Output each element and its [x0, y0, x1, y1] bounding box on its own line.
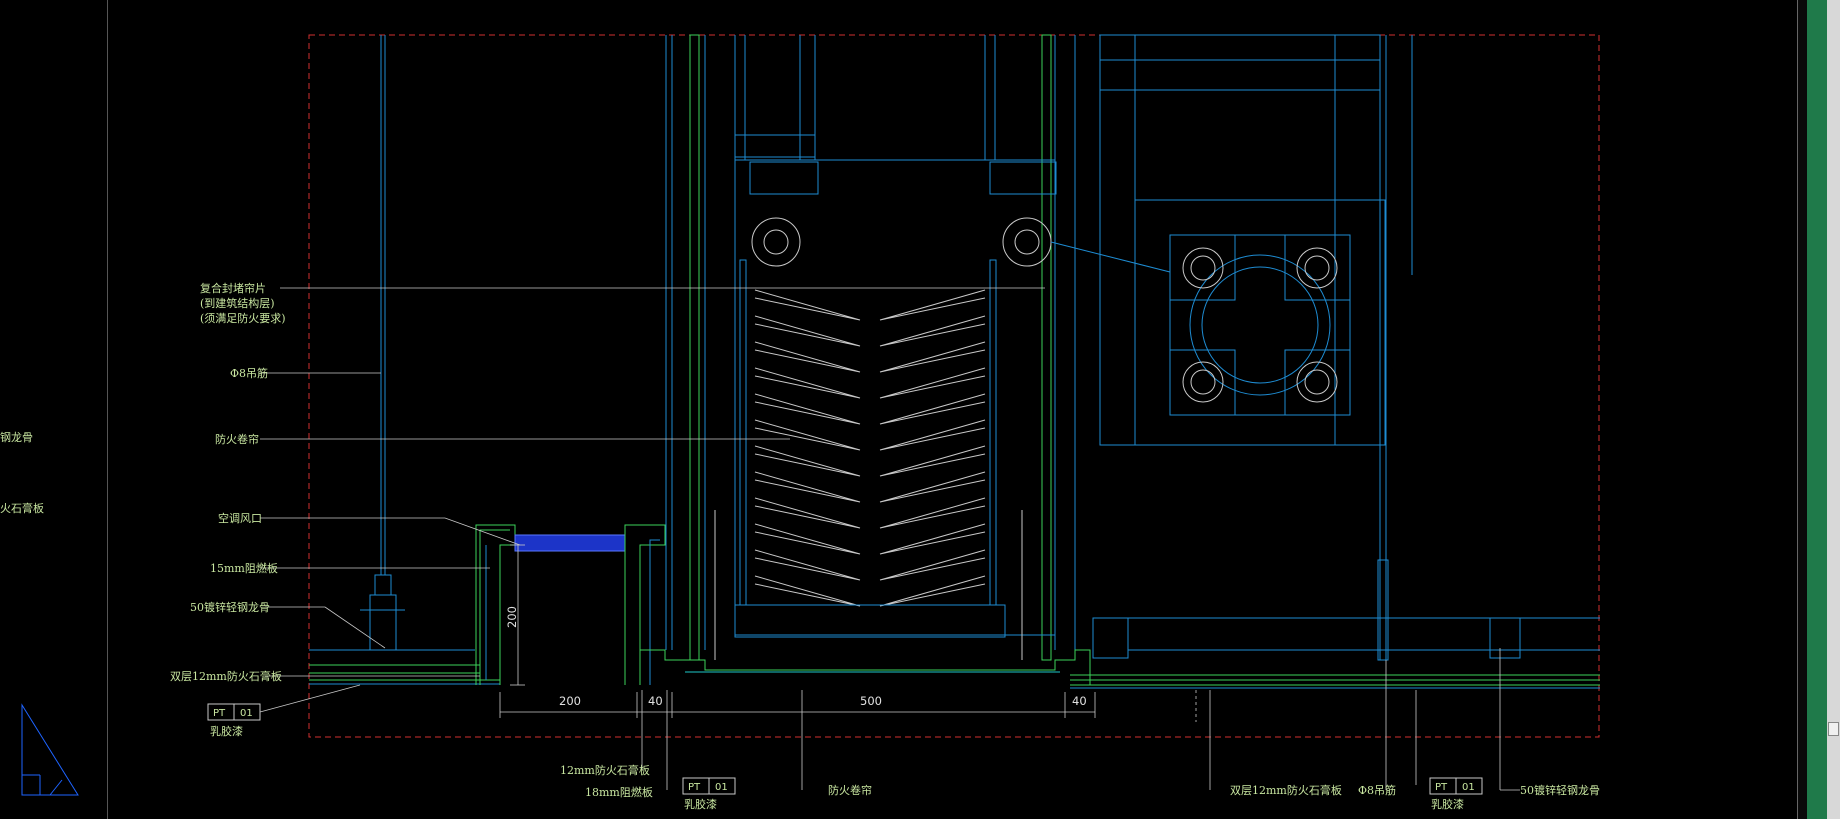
fold-left: [754, 419, 861, 451]
fire-shutter-folds: [754, 289, 986, 607]
dimension-500: 500: [860, 694, 882, 708]
label-fire-shutter-upper: 防火卷帘: [215, 432, 259, 446]
fold-left: [754, 341, 861, 373]
cad-drawing-canvas[interactable]: 复合封堵帘片 (到建筑结构层) (须满足防火要求) Φ8吊筋 防火卷帘 空调风口…: [0, 0, 1840, 819]
label-ac-vent: 空调风口: [218, 511, 262, 525]
fold-right: [879, 445, 986, 477]
dimension-40-b: 40: [1072, 694, 1087, 708]
label-plywood-18-bottom: 18mm阻燃板: [585, 785, 653, 799]
fold-right: [879, 393, 986, 425]
finish-tag-frames: [207, 703, 1483, 795]
fold-left: [754, 497, 861, 529]
fold-left: [754, 523, 861, 555]
label-fire-shutter-bottom: 防火卷帘: [828, 783, 872, 797]
fold-right: [879, 315, 986, 347]
scrollbar-thumb[interactable]: [1828, 722, 1839, 736]
ac-vent-box: [475, 524, 666, 685]
fold-left: [754, 367, 861, 399]
fold-right: [879, 523, 986, 555]
finish-tag-number-2: 01: [715, 782, 728, 793]
label-hanger-rod-right: Φ8吊筋: [1358, 783, 1396, 797]
palette-strip: [1807, 0, 1827, 819]
north-arrow-icon: [21, 703, 79, 796]
finish-tag-number-1: 01: [240, 708, 253, 719]
label-gypsum-double-left: 双层12mm防火石膏板: [170, 669, 282, 683]
shaft-walls: [665, 34, 1076, 661]
label-composite-partition-3: (须满足防火要求): [200, 311, 286, 325]
fold-right: [879, 289, 986, 321]
shutter-guide-rails: [734, 35, 1057, 636]
finish-tag-code-2: PT: [688, 782, 701, 793]
fold-left: [754, 289, 861, 321]
vertical-scrollbar[interactable]: [1827, 0, 1840, 819]
finish-tag-code-3: PT: [1435, 782, 1448, 793]
fold-right: [879, 341, 986, 373]
label-hanger-rod-left: Φ8吊筋: [230, 366, 268, 380]
dimension-lines: [499, 544, 1096, 718]
fold-right: [879, 471, 986, 503]
detail-frame: [308, 34, 1600, 738]
dimension-40-a: 40: [648, 694, 663, 708]
duct-flange-assembly: [1099, 34, 1386, 446]
label-cut-keel: 钢龙骨: [0, 431, 33, 444]
leader-lines: [259, 287, 1520, 791]
label-gypsum-12-bottom: 12mm防火石膏板: [560, 763, 650, 777]
fold-left: [754, 549, 861, 581]
shutter-drums: [751, 217, 1171, 273]
shutter-side-rails: [714, 259, 1023, 660]
label-composite-partition-1: 复合封堵帘片: [200, 281, 266, 295]
finish-tag-name-2: 乳胶漆: [684, 797, 717, 811]
bottom-slab: [639, 649, 1600, 689]
fold-left: [754, 471, 861, 503]
finish-tag-number-3: 01: [1462, 782, 1475, 793]
label-plywood-15: 15mm阻燃板: [210, 561, 278, 575]
label-gypsum-double-right: 双层12mm防火石膏板: [1230, 783, 1342, 797]
label-keel-50-left: 50镀锌轻钢龙骨: [190, 600, 270, 614]
fold-right: [879, 497, 986, 529]
fold-right: [879, 549, 986, 581]
fold-left: [754, 393, 861, 425]
dimension-200-vertical: 200: [505, 606, 519, 628]
fold-right: [879, 419, 986, 451]
left-ceiling-boards: [309, 649, 500, 685]
dimension-200-horizontal: 200: [559, 694, 581, 708]
fold-left: [754, 445, 861, 477]
finish-tag-name-1: 乳胶漆: [210, 724, 243, 738]
right-hanger-rod: [1092, 35, 1600, 661]
fold-left: [754, 315, 861, 347]
finish-tag-name-3: 乳胶漆: [1431, 797, 1464, 811]
finish-tag-code-1: PT: [213, 708, 226, 719]
label-keel-50-right: 50镀锌轻钢龙骨: [1520, 783, 1600, 797]
left-hanger-rod: [360, 35, 405, 651]
fold-right: [879, 575, 986, 607]
label-cut-gypsum: 火石膏板: [0, 501, 44, 515]
label-composite-partition-2: (到建筑结构层): [200, 296, 275, 310]
fold-left: [754, 575, 861, 607]
fold-right: [879, 367, 986, 399]
